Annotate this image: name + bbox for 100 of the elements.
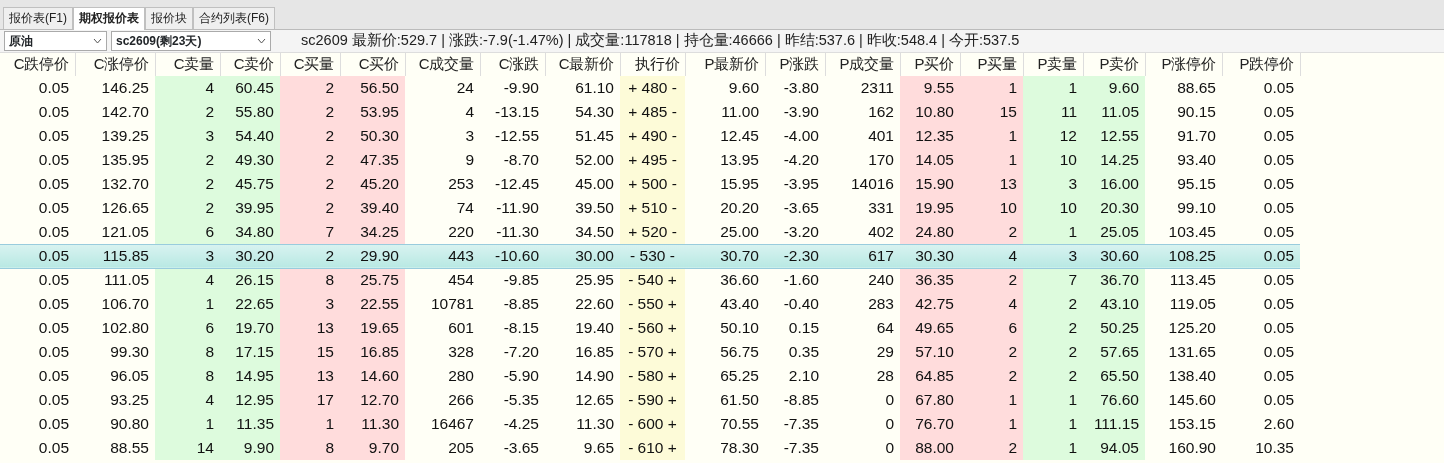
table-cell: 49.65	[900, 316, 960, 340]
table-cell: 6	[155, 316, 220, 340]
table-cell-text: -4.25	[502, 414, 540, 434]
table-cell: + 495 -	[620, 148, 685, 172]
table-cell: 0.05	[0, 76, 75, 100]
table-cell: 283	[825, 292, 900, 316]
column-header: P卖量	[1023, 53, 1083, 76]
table-cell: 4	[155, 388, 220, 412]
table-cell: 115.85	[75, 244, 155, 268]
table-cell: 4	[960, 244, 1023, 268]
table-cell: 0.05	[0, 220, 75, 244]
table-cell-text: -12.55	[494, 126, 540, 146]
tab[interactable]: 报价块	[145, 7, 193, 29]
column-header: P最新价	[685, 53, 765, 76]
table-cell: 11	[1023, 100, 1083, 124]
table-cell: 11.35	[220, 412, 280, 436]
table-cell: 17.15	[220, 340, 280, 364]
table-cell-text: -7.20	[502, 342, 540, 362]
table-cell: 47.35	[340, 148, 405, 172]
table-cell: 106.70	[75, 292, 155, 316]
table-cell: 125.20	[1145, 316, 1222, 340]
table-cell: 4	[155, 76, 220, 100]
table-cell: 36.60	[685, 268, 765, 292]
table-cell: 20.30	[1083, 196, 1145, 220]
table-cell: 12.95	[220, 388, 280, 412]
table-cell: 111.05	[75, 268, 155, 292]
table-cell: 51.45	[545, 124, 620, 148]
table-cell: 13	[280, 364, 340, 388]
table-cell-text: -7.35	[782, 438, 820, 458]
table-cell: 14016	[825, 172, 900, 196]
table-cell: 2	[960, 340, 1023, 364]
table-cell: 30.20	[220, 244, 280, 268]
table-cell: 331	[825, 196, 900, 220]
table-cell-text: 0.05	[1262, 390, 1295, 410]
column-header: C买量	[280, 53, 340, 76]
column-header: C涨停价	[75, 53, 155, 76]
table-cell: 162	[825, 100, 900, 124]
table-cell: 6	[960, 316, 1023, 340]
table-cell: 96.05	[75, 364, 155, 388]
table-cell: -1.60	[765, 268, 825, 292]
dropdown[interactable]: sc2609(剩23天)	[111, 31, 271, 51]
table-cell: 24.80	[900, 220, 960, 244]
table-cell: 3	[280, 292, 340, 316]
table-cell: 45.20	[340, 172, 405, 196]
table-cell: 8	[155, 364, 220, 388]
table-cell: 153.15	[1145, 412, 1222, 436]
table-cell: 28	[825, 364, 900, 388]
table-cell-text: -11.90	[495, 198, 540, 218]
table-cell: 10781	[405, 292, 480, 316]
tab[interactable]: 期权报价表	[73, 7, 145, 30]
column-header: P涨停价	[1145, 53, 1222, 76]
dropdown[interactable]: 原油	[4, 31, 107, 51]
table-cell: 1	[1023, 388, 1083, 412]
table-cell: 9.55	[900, 76, 960, 100]
table-cell: 102.80	[75, 316, 155, 340]
table-cell: 4	[155, 268, 220, 292]
table-cell-text: 10.35	[1254, 438, 1295, 458]
table-cell: 12.45	[685, 124, 765, 148]
table-cell: 25.95	[545, 268, 620, 292]
table-cell: - 560 +	[620, 316, 685, 340]
table-cell: 14	[155, 436, 220, 460]
table-cell: 64	[825, 316, 900, 340]
table-cell: - 610 +	[620, 436, 685, 460]
table-cell: 108.25	[1145, 244, 1222, 268]
table-cell: 88.55	[75, 436, 155, 460]
table-cell: 4	[960, 292, 1023, 316]
table-cell-text: 2.10	[787, 366, 820, 386]
table-cell: 19.40	[545, 316, 620, 340]
table-cell-text: 0.05	[37, 366, 70, 386]
table-cell: 10.80	[900, 100, 960, 124]
tab[interactable]: 合约列表(F6)	[193, 7, 275, 29]
table-cell: 19.70	[220, 316, 280, 340]
table-cell: 50.30	[340, 124, 405, 148]
table-cell: 443	[405, 244, 480, 268]
table-cell-text: -4.20	[782, 150, 820, 170]
table-cell: 126.65	[75, 196, 155, 220]
table-cell: 160.90	[1145, 436, 1222, 460]
table-cell: - 600 +	[620, 412, 685, 436]
table-cell: -3.20	[765, 220, 825, 244]
table-cell: 131.65	[1145, 340, 1222, 364]
table-cell: 1	[155, 292, 220, 316]
table-cell-text: 0.05	[37, 294, 70, 314]
table-cell: 60.45	[220, 76, 280, 100]
table-cell: 15	[280, 340, 340, 364]
table-cell: 2	[155, 196, 220, 220]
table-cell: 76.70	[900, 412, 960, 436]
table-cell: 139.25	[75, 124, 155, 148]
table-cell: 135.95	[75, 148, 155, 172]
tab[interactable]: 报价表(F1)	[3, 7, 73, 29]
table-cell: 9.70	[340, 436, 405, 460]
table-cell: 34.50	[545, 220, 620, 244]
table-cell: 25.05	[1083, 220, 1145, 244]
table-cell: 93.25	[75, 388, 155, 412]
table-cell: 11.05	[1083, 100, 1145, 124]
table-cell: 88.65	[1145, 76, 1222, 100]
table-cell: + 510 -	[620, 196, 685, 220]
table-cell: 22.60	[545, 292, 620, 316]
table-cell: 12.35	[900, 124, 960, 148]
table-cell: 2	[280, 244, 340, 268]
table-cell: 61.10	[545, 76, 620, 100]
